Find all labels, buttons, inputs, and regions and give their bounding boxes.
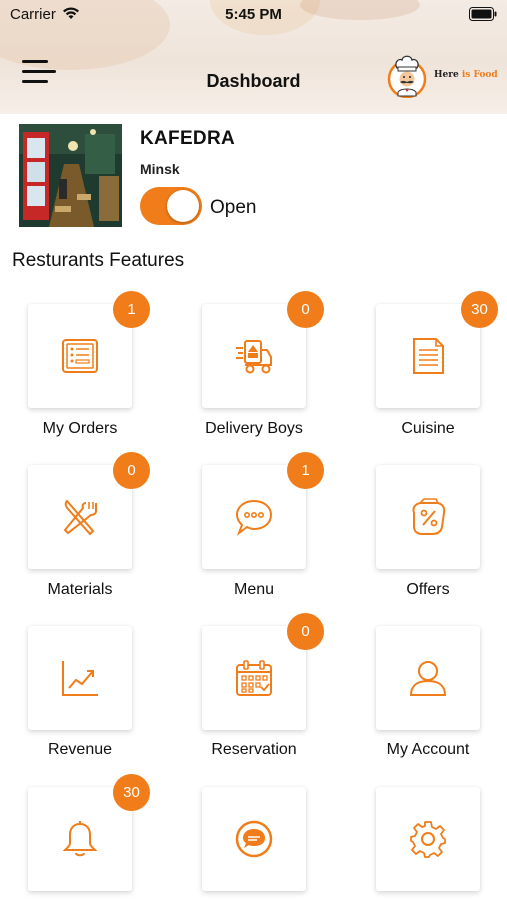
bell-icon [62,821,98,857]
feature-label: Offers [406,581,450,598]
status-bar: Carrier 5:45 PM [0,0,507,30]
restaurant-card: KAFEDRA Minsk Open [19,124,489,228]
feature-label: My Account [386,741,470,758]
feature-label: Revenue [47,741,113,758]
feature-tile-revenue[interactable] [28,626,132,730]
feature-label: My Orders [42,420,118,437]
open-status-label: Open [210,197,257,218]
message-icon [235,820,273,858]
feature-label: Materials [47,581,113,598]
feature-tile-my-account[interactable] [376,626,480,730]
document-icon [413,338,444,374]
feature-label: Cuisine [401,420,455,437]
count-badge: 30 [461,291,498,328]
count-badge: 1 [287,452,324,489]
feature-label: Menu [233,581,275,598]
restaurant-name: KAFEDRA [140,128,235,149]
count-badge: 1 [113,291,150,328]
feature-tile-message[interactable] [202,787,306,891]
feature-label: Reservation [211,741,297,758]
count-badge: 0 [113,452,150,489]
header: Carrier 5:45 PM Dashboard Here is Food [0,0,507,114]
open-status-toggle[interactable] [140,187,202,225]
discount-tag-icon [412,498,446,535]
chef-logo-icon [387,55,427,98]
user-icon [409,661,447,696]
restaurant-photo [19,124,122,227]
chart-trend-icon [62,661,98,696]
logo-text: Here is Food [434,70,498,80]
gear-icon [410,821,446,858]
feature-label: Delivery Boys [205,420,303,437]
delivery-truck-icon [236,340,272,374]
count-badge: 30 [113,774,150,811]
count-badge: 0 [287,291,324,328]
restaurant-city: Minsk [140,161,180,177]
section-title: Resturants Features [12,250,185,271]
feature-tile-offers[interactable] [376,465,480,569]
app-logo: Here is Food [386,52,501,98]
battery-icon [469,7,497,21]
count-badge: 0 [287,613,324,650]
status-time: 5:45 PM [225,6,282,23]
feature-tile-gear[interactable] [376,787,480,891]
knife-fork-icon [63,499,97,536]
orders-list-icon [62,339,98,373]
calendar-icon [236,660,272,696]
chat-bubble-icon [235,499,273,536]
